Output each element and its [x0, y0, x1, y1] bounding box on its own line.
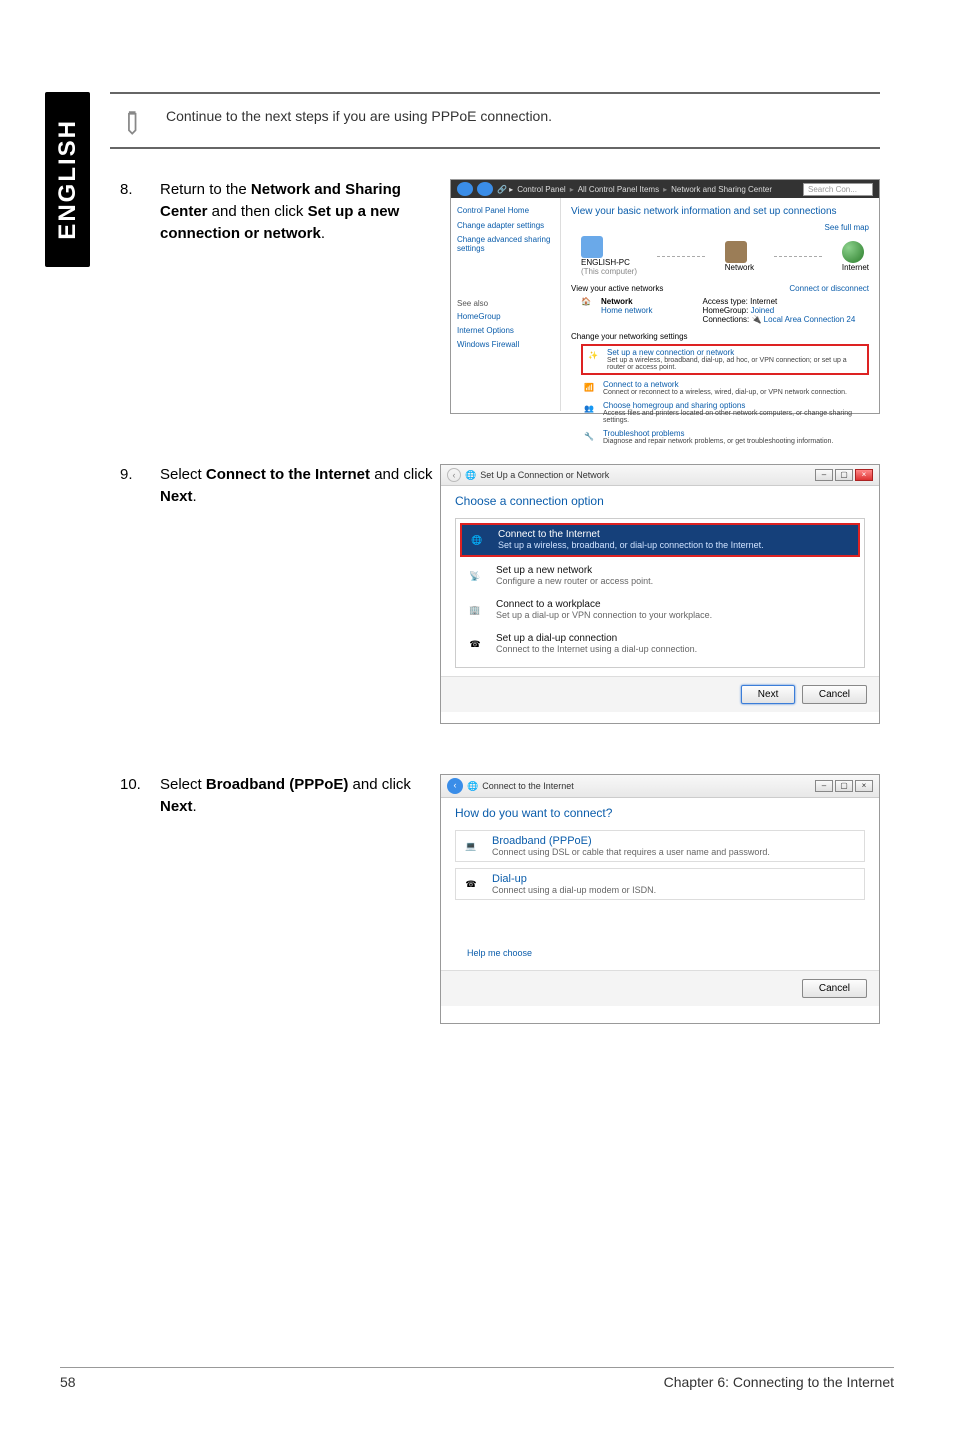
note-text: Continue to the next steps if you are us… [166, 102, 552, 124]
modem-icon: 💻 [458, 835, 484, 857]
phone-icon: ☎ [462, 633, 488, 655]
network-icon [725, 241, 747, 263]
forward-icon[interactable] [477, 182, 493, 196]
minimize-button[interactable]: – [815, 469, 833, 481]
step-9: 9. Select Connect to the Internet and cl… [120, 464, 880, 724]
language-label: ENGLISH [54, 119, 82, 240]
phone-icon: ☎ [458, 873, 484, 895]
main-panel: View your basic network information and … [561, 198, 879, 411]
step-text: Select Connect to the Internet and click… [160, 464, 440, 724]
option-dialup[interactable]: ☎ Set up a dial-up connectionConnect to … [460, 629, 860, 659]
task-troubleshoot[interactable]: 🔧 Troubleshoot problemsDiagnose and repa… [581, 429, 869, 445]
step-text: Select Broadband (PPPoE) and click Next. [160, 774, 440, 1024]
screenshot-connection-option: ‹ 🌐 Set Up a Connection or Network – ▢ ×… [440, 464, 880, 724]
close-button[interactable]: × [855, 469, 873, 481]
globe-icon: 🌐 [465, 470, 476, 481]
screenshot-network-sharing: 🔗 ▸ Control Panel▸ All Control Panel Ite… [450, 179, 880, 414]
option-dialup[interactable]: ☎ Dial-upConnect using a dial-up modem o… [455, 868, 865, 900]
globe-icon: 🌐 [464, 529, 490, 551]
wizard-icon: ✨ [585, 348, 601, 362]
titlebar: ‹ 🌐 Set Up a Connection or Network – ▢ × [441, 465, 879, 486]
step-text: Return to the Network and Sharing Center… [160, 179, 440, 414]
troubleshoot-icon: 🔧 [581, 429, 597, 443]
page-content: Continue to the next steps if you are us… [110, 92, 880, 1044]
back-icon[interactable] [457, 182, 473, 196]
option-connect-internet[interactable]: 🌐 Connect to the InternetSet up a wirele… [460, 523, 860, 557]
side-panel: Control Panel Home Change adapter settin… [451, 198, 561, 411]
link-firewall[interactable]: Windows Firewall [457, 340, 554, 349]
link-adapter[interactable]: Change adapter settings [457, 221, 554, 230]
building-icon: 🏢 [462, 599, 488, 621]
link-internet-options[interactable]: Internet Options [457, 326, 554, 335]
close-button[interactable]: × [855, 780, 873, 792]
step-8: 8. Return to the Network and Sharing Cen… [120, 179, 880, 414]
screenshot-connect-internet: ‹ 🌐 Connect to the Internet – ▢ × How do… [440, 774, 880, 1024]
full-map-link[interactable]: See full map [825, 223, 869, 232]
chapter-label: Chapter 6: Connecting to the Internet [664, 1374, 894, 1390]
option-workplace[interactable]: 🏢 Connect to a workplaceSet up a dial-up… [460, 595, 860, 625]
dialog-heading: How do you want to connect? [455, 806, 865, 820]
titlebar: ‹ 🌐 Connect to the Internet – ▢ × [441, 775, 879, 798]
next-button[interactable]: Next [741, 685, 796, 704]
network-map: ENGLISH-PC(This computer) Network Intern… [581, 236, 869, 276]
task-setup-connection[interactable]: ✨ Set up a new connection or networkSet … [581, 344, 869, 375]
help-link[interactable]: Help me choose [455, 944, 865, 962]
step-number: 9. [120, 464, 160, 724]
option-new-network[interactable]: 📡 Set up a new networkConfigure a new ro… [460, 561, 860, 591]
house-icon: 🏠 [581, 297, 591, 324]
note-block: Continue to the next steps if you are us… [110, 92, 880, 149]
step-number: 10. [120, 774, 160, 1024]
internet-icon [842, 241, 864, 263]
pc-icon [581, 236, 603, 258]
maximize-button[interactable]: ▢ [835, 469, 853, 481]
pencil-icon [112, 99, 155, 142]
search-input[interactable]: Search Con... [803, 183, 873, 196]
sharing-icon: 👥 [581, 401, 597, 415]
link-homegroup[interactable]: HomeGroup [457, 312, 554, 321]
back-icon[interactable]: ‹ [447, 468, 461, 482]
option-broadband[interactable]: 💻 Broadband (PPPoE)Connect using DSL or … [455, 830, 865, 862]
button-bar: Cancel [441, 970, 879, 1006]
cancel-button[interactable]: Cancel [802, 979, 867, 998]
connect-icon: 📶 [581, 380, 597, 394]
page-number: 58 [60, 1374, 76, 1390]
step-10: 10. Select Broadband (PPPoE) and click N… [120, 774, 880, 1024]
router-icon: 📡 [462, 565, 488, 587]
language-tab: ENGLISH [45, 92, 90, 267]
cancel-button[interactable]: Cancel [802, 685, 867, 704]
minimize-button[interactable]: – [815, 780, 833, 792]
task-homegroup[interactable]: 👥 Choose homegroup and sharing optionsAc… [581, 401, 869, 424]
maximize-button[interactable]: ▢ [835, 780, 853, 792]
connect-disconnect[interactable]: Connect or disconnect [789, 284, 869, 293]
dialog-heading: Choose a connection option [455, 494, 865, 508]
page-footer: 58 Chapter 6: Connecting to the Internet [60, 1367, 894, 1390]
task-connect[interactable]: 📶 Connect to a networkConnect or reconne… [581, 380, 869, 396]
breadcrumb-bar: 🔗 ▸ Control Panel▸ All Control Panel Ite… [451, 180, 879, 198]
step-number: 8. [120, 179, 160, 414]
link-advanced[interactable]: Change advanced sharing settings [457, 235, 554, 253]
button-bar: Next Cancel [441, 676, 879, 712]
globe-icon: 🌐 [467, 781, 478, 792]
back-icon[interactable]: ‹ [447, 778, 463, 794]
